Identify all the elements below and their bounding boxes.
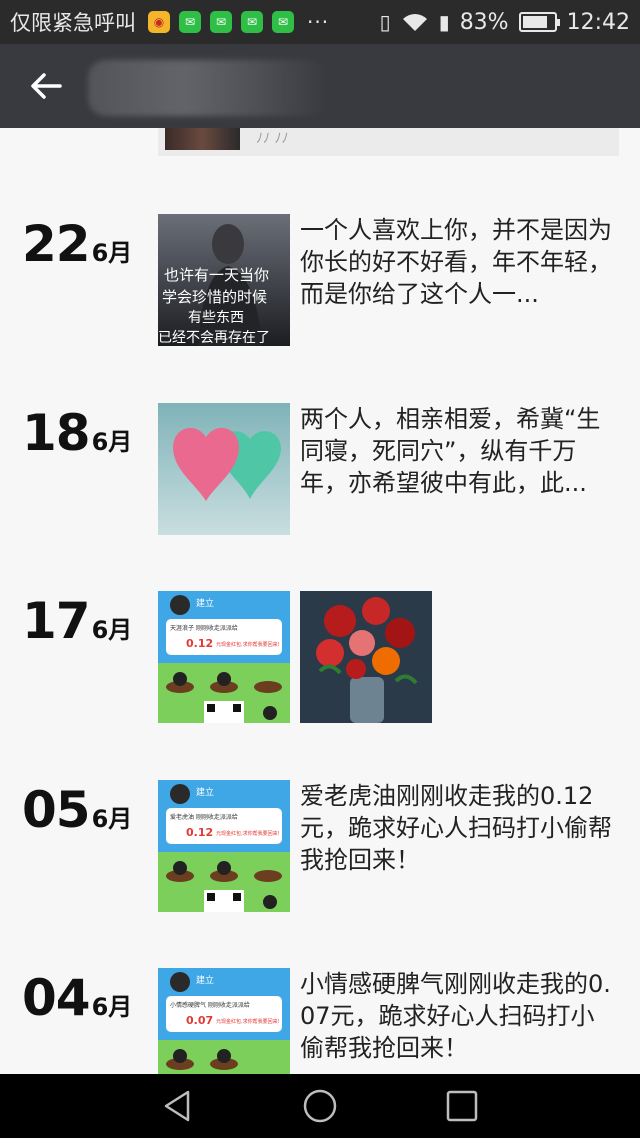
game-name: 建立 — [196, 974, 214, 986]
wechat-icon: ✉ — [272, 11, 294, 33]
nav-back-icon[interactable] — [160, 1088, 196, 1124]
post-text[interactable]: 一个人喜欢上你，并不是因为你长的好不好看，年不年轻，而是你给了这个人一... — [300, 214, 612, 310]
album-timeline[interactable]: ﾉﾉ ﾉﾉ 22 6月 也许有一天当你 学会珍惜的时候 有些东西 已经不会再存在… — [0, 128, 640, 1074]
battery-percent: 83% — [459, 9, 509, 35]
game-screenshot-image[interactable]: 建立 爱老虎油 刚刚收走派派给 0.12 元现金红包,求你帮我要回来! — [158, 780, 290, 912]
man-poem-image[interactable]: 也许有一天当你 学会珍惜的时候 有些东西 已经不会再存在了 — [158, 214, 290, 346]
battery-fill — [522, 16, 548, 28]
post-date: 17 6月 — [22, 591, 132, 651]
battery-icon — [518, 12, 560, 32]
poem-line: 也许有一天当你 — [164, 266, 269, 284]
post-month: 6月 — [91, 616, 133, 644]
wechat-icon: ✉ — [179, 11, 201, 33]
game-note: 元现金红包,求你帮我要回来! — [216, 641, 280, 648]
previous-post-card[interactable]: ﾉﾉ ﾉﾉ — [158, 128, 619, 156]
poem-line: 学会珍惜的时候 — [162, 288, 267, 306]
game-line: 小情感硬脾气 刚刚收走派派给 — [170, 1001, 250, 1009]
post-month: 6月 — [91, 239, 133, 267]
game-note: 元现金红包,求你帮我要回来! — [216, 1018, 280, 1025]
blurred-profile-name — [88, 60, 328, 116]
wechat-icon: ✉ — [210, 11, 232, 33]
red-flowers-image[interactable] — [300, 591, 432, 723]
post-day: 18 — [22, 404, 91, 462]
timeline-post[interactable]: 22 6月 也许有一天当你 学会珍惜的时候 有些东西 已经不会再存在了 一个人喜… — [0, 214, 640, 354]
timeline-post[interactable]: 17 6月 建立 天涯浪子 刚刚收走派派给 0.12 元现金红包,求你帮我要回来… — [0, 591, 640, 731]
carrier-text: 仅限紧急呼叫 — [10, 11, 136, 35]
previous-post-image — [165, 128, 240, 150]
game-amount: 0.12 — [186, 637, 213, 650]
clock: 12:42 — [566, 9, 630, 35]
game-amount: 0.12 — [186, 826, 213, 839]
post-date: 05 6月 — [22, 780, 132, 840]
nav-recents-icon[interactable] — [444, 1088, 480, 1124]
post-date: 18 6月 — [22, 403, 132, 463]
game-note: 元现金红包,求你帮我要回来! — [216, 830, 280, 837]
game-name: 建立 — [196, 597, 214, 609]
app-bar — [0, 44, 640, 128]
sim-icon: ▮ — [438, 10, 450, 34]
timeline-post[interactable]: 18 6月 两个人，相亲相爱，希冀“生同寝，死同穴”，纵有千万年，亦希望彼中有此… — [0, 403, 640, 543]
two-hearts-image[interactable] — [158, 403, 290, 535]
status-right: ▯ ▮ 83% 12:42 — [380, 10, 630, 35]
previous-post-text: ﾉﾉ ﾉﾉ — [256, 131, 289, 147]
system-nav-bar — [0, 1074, 640, 1138]
post-day: 17 — [22, 592, 91, 650]
post-month: 6月 — [91, 428, 133, 456]
more-notifications: ··· — [307, 10, 330, 34]
game-line: 天涯浪子 刚刚收走派派给 — [170, 624, 238, 632]
game-screenshot-image[interactable]: 建立 天涯浪子 刚刚收走派派给 0.12 元现金红包,求你帮我要回来! — [158, 591, 290, 723]
game-name: 建立 — [196, 786, 214, 798]
post-month: 6月 — [91, 993, 133, 1021]
post-text[interactable]: 小情感硬脾气刚刚收走我的0.07元，跪求好心人扫码打小偷帮我抢回来！ — [300, 968, 612, 1064]
nav-home-icon[interactable] — [302, 1088, 338, 1124]
status-bar: 仅限紧急呼叫 ◉ ✉ ✉ ✉ ✉ ··· ▯ ▮ 83% 12:42 — [0, 0, 640, 44]
weibo-icon: ◉ — [148, 11, 170, 33]
poem-line: 有些东西 — [188, 310, 244, 326]
post-text[interactable]: 两个人，相亲相爱，希冀“生同寝，死同穴”，纵有千万年，亦希望彼中有此，此... — [300, 403, 612, 499]
post-date: 22 6月 — [22, 214, 132, 274]
post-day: 22 — [22, 215, 91, 273]
timeline-post[interactable]: 05 6月 建立 爱老虎油 刚刚收走派派给 0.12 元现金红包,求你帮我要回来… — [0, 780, 640, 920]
arrow-left-icon[interactable] — [26, 66, 66, 106]
game-line: 爱老虎油 刚刚收走派派给 — [170, 813, 238, 821]
post-month: 6月 — [91, 805, 133, 833]
post-date: 04 6月 — [22, 968, 132, 1028]
post-text[interactable]: 爱老虎油刚刚收走我的0.12元，跪求好心人扫码打小偷帮我抢回来！ — [300, 780, 612, 876]
poem-line: 已经不会再存在了 — [158, 330, 270, 346]
game-screenshot-image[interactable]: 建立 小情感硬脾气 刚刚收走派派给 0.07 元现金红包,求你帮我要回来! — [158, 968, 290, 1074]
post-day: 04 — [22, 969, 91, 1027]
vibrate-icon: ▯ — [379, 10, 391, 34]
game-amount: 0.07 — [186, 1014, 213, 1027]
wechat-icon: ✉ — [241, 11, 263, 33]
timeline-post[interactable]: 04 6月 建立 小情感硬脾气 刚刚收走派派给 0.07 元现金红包,求你帮我要… — [0, 968, 640, 1074]
wifi-icon — [402, 14, 427, 31]
post-day: 05 — [22, 781, 91, 839]
